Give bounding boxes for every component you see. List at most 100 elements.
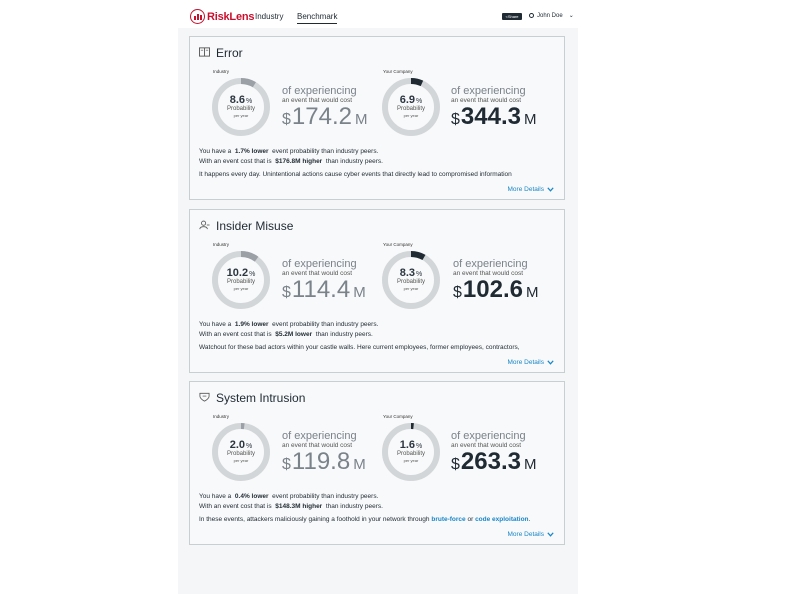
currency-symbol: $ (451, 456, 460, 473)
compare-prefix: You have a (199, 321, 232, 328)
cost-delta: $5.2M lower (275, 331, 313, 338)
company-probability-donut: 6.9% Probability per year (381, 77, 441, 137)
card-header: Error (199, 44, 243, 62)
per-year-label: per year (233, 458, 249, 463)
user-minus-icon (199, 217, 210, 235)
currency-symbol: $ (451, 111, 460, 128)
user-menu[interactable]: John Doe ⌄ (529, 12, 574, 19)
probability-label: Probability (226, 451, 255, 457)
comparison-text: You have a 1.9% lower event probability … (199, 320, 378, 340)
percent-sign: % (249, 271, 256, 278)
card-description: Watchout for these bad actors within you… (199, 344, 520, 351)
probability-label: Probability (396, 451, 425, 457)
industry-column-label: Industry (213, 242, 230, 247)
company-probability-value: 6.9 (399, 94, 416, 106)
compare-prefix: You have a (199, 493, 232, 500)
more-details-label: More Details (507, 359, 544, 366)
per-year-label: per year (403, 458, 419, 463)
cost-unit: M (354, 111, 368, 128)
per-year-label: per year (233, 113, 249, 118)
industry-cost-block: of experiencing an event that would cost… (282, 86, 367, 132)
industry-probability-value: 8.6 (229, 94, 246, 106)
card-description: It happens every day. Unintentional acti… (199, 171, 512, 178)
company-cost-block: of experiencing an event that would cost… (451, 431, 536, 477)
card-description: In these events, attackers maliciously g… (199, 516, 557, 523)
card-header: System Intrusion (199, 389, 305, 407)
compare-prefix: With an event cost that is (199, 158, 272, 165)
chevron-down-icon: ⌄ (568, 13, 574, 19)
industry-column-label: Industry (213, 414, 230, 419)
book-icon (199, 44, 210, 62)
currency-symbol: $ (282, 456, 291, 473)
share-button[interactable]: < Share (502, 13, 522, 20)
of-experiencing-label: of experiencing (282, 258, 357, 270)
industry-probability-value: 2.0 (229, 439, 246, 451)
share-button-label: Share (507, 14, 519, 19)
compare-suffix: than industry peers. (315, 331, 373, 338)
user-name: John Doe (537, 12, 563, 19)
risklens-logo[interactable]: RiskLens (190, 9, 255, 24)
industry-column-label: Industry (213, 69, 230, 74)
of-experiencing-label: of experiencing (451, 85, 526, 97)
compare-prefix: You have a (199, 148, 232, 155)
more-details-label: More Details (507, 186, 544, 193)
card-title: Error (216, 46, 243, 60)
probability-delta: 1.9% lower (234, 321, 269, 328)
brute-force-link[interactable]: brute-force (431, 516, 465, 523)
compare-prefix: With an event cost that is (199, 331, 272, 338)
app-panel: RiskLens Industry Benchmark < Share John… (178, 0, 578, 594)
more-details-button[interactable]: More Details (508, 531, 554, 538)
cost-delta: $148.3M higher (275, 503, 323, 510)
logo-text: RiskLens (207, 10, 255, 23)
nav-benchmark[interactable]: Benchmark (297, 12, 338, 24)
nav-industry[interactable]: Industry (255, 12, 283, 21)
company-cost-value: 102.6 (462, 276, 523, 303)
percent-sign: % (246, 98, 253, 105)
industry-probability-donut: 10.2% Probability per year (211, 250, 271, 310)
more-details-label: More Details (507, 531, 544, 538)
currency-symbol: $ (453, 284, 462, 301)
per-year-label: per year (403, 286, 419, 291)
description-end: . (528, 516, 531, 523)
industry-cost-block: of experiencing an event that would cost… (282, 259, 366, 305)
company-column-label: Your Company (383, 242, 413, 247)
currency-symbol: $ (282, 111, 291, 128)
code-exploitation-link[interactable]: code exploitation (475, 516, 528, 523)
probability-label: Probability (396, 106, 425, 112)
company-probability-donut: 8.3% Probability per year (381, 250, 441, 310)
industry-probability-value: 10.2 (226, 267, 249, 279)
cost-unit: M (353, 456, 366, 473)
industry-cost-value: 174.2 (291, 103, 352, 130)
company-probability-value: 1.6 (399, 439, 416, 451)
risk-card: Error Industry 8.6% Probability per year… (189, 36, 565, 200)
card-title: Insider Misuse (216, 219, 294, 233)
chevron-down-icon (547, 532, 554, 537)
probability-label: Probability (226, 106, 255, 112)
cost-delta: $176.8M higher (275, 158, 323, 165)
of-experiencing-label: of experiencing (453, 258, 528, 270)
cost-unit: M (523, 111, 537, 128)
company-column-label: Your Company (383, 69, 413, 74)
company-probability-value: 8.3 (399, 267, 416, 279)
of-experiencing-label: of experiencing (282, 430, 357, 442)
industry-probability-donut: 2.0% Probability per year (211, 422, 271, 482)
card-title: System Intrusion (216, 391, 306, 405)
more-details-button[interactable]: More Details (508, 359, 554, 366)
percent-sign: % (246, 443, 253, 450)
shield-icon (199, 389, 210, 407)
per-year-label: per year (233, 286, 249, 291)
probability-label: Probability (396, 279, 425, 285)
industry-probability-donut: 8.6% Probability per year (211, 77, 271, 137)
more-details-button[interactable]: More Details (508, 186, 554, 193)
cost-unit: M (523, 456, 537, 473)
percent-sign: % (416, 271, 423, 278)
cost-unit: M (525, 284, 539, 301)
comparison-text: You have a 0.4% lower event probability … (199, 492, 383, 512)
risk-card: Insider Misuse Industry 10.2% Probabilit… (189, 209, 565, 373)
risk-card: System Intrusion Industry 2.0% Probabili… (189, 381, 565, 545)
top-bar: RiskLens Industry Benchmark < Share John… (178, 0, 578, 28)
chevron-down-icon (547, 187, 554, 192)
probability-delta: 0.4% lower (234, 493, 269, 500)
industry-cost-value: 114.4 (291, 276, 351, 303)
company-probability-donut: 1.6% Probability per year (381, 422, 441, 482)
